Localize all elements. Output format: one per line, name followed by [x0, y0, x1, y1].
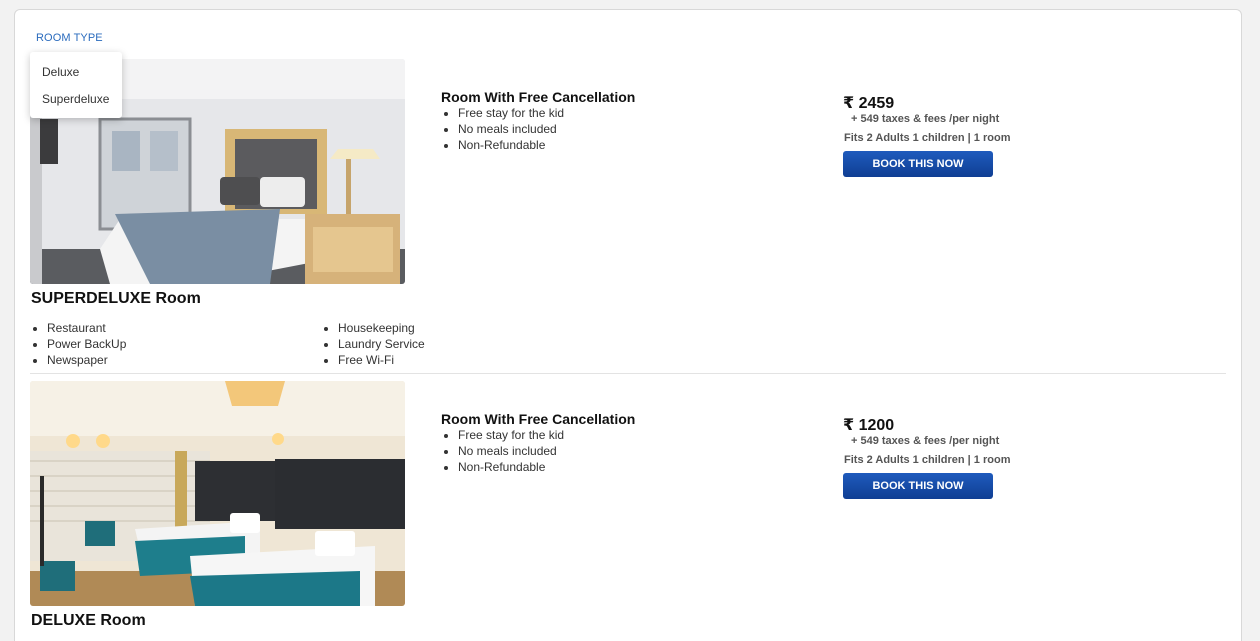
dropdown-option-deluxe[interactable]: Deluxe	[42, 65, 79, 79]
amenity-item: Restaurant	[47, 320, 126, 336]
offer-feature: No meals included	[458, 443, 564, 459]
superdeluxe-offer-features: Free stay for the kid No meals included …	[458, 105, 564, 153]
amenity-item: Housekeeping	[338, 320, 425, 336]
deluxe-offer-title: Room With Free Cancellation	[441, 411, 636, 427]
price-amount: 1200	[858, 417, 895, 434]
offer-feature: Non-Refundable	[458, 459, 564, 475]
amenity-item: Newspaper	[47, 352, 126, 368]
deluxe-taxes: + 549 taxes & fees /per night	[851, 435, 1000, 447]
rupee-icon: ₹	[843, 95, 855, 112]
price-amount: 2459	[858, 95, 895, 112]
amenity-item: Power BackUp	[47, 336, 126, 352]
room-divider	[30, 373, 1226, 374]
amenity-item: Free Wi-Fi	[338, 352, 425, 368]
superdeluxe-room-title: SUPERDELUXE Room	[31, 290, 201, 307]
deluxe-book-button[interactable]: BOOK THIS NOW	[843, 473, 993, 499]
rupee-icon: ₹	[843, 417, 855, 434]
superdeluxe-amenities-right: Housekeeping Laundry Service Free Wi-Fi	[338, 320, 425, 368]
superdeluxe-price: ₹ 2459	[843, 93, 894, 113]
deluxe-occupancy: Fits 2 Adults 1 children | 1 room	[844, 454, 1011, 466]
offer-feature: Non-Refundable	[458, 137, 564, 153]
superdeluxe-taxes: + 549 taxes & fees /per night	[851, 113, 1000, 125]
superdeluxe-occupancy: Fits 2 Adults 1 children | 1 room	[844, 132, 1011, 144]
room-type-dropdown: Deluxe Superdeluxe	[30, 52, 122, 118]
room-type-filter[interactable]: ROOM TYPE	[36, 32, 103, 44]
superdeluxe-book-button[interactable]: BOOK THIS NOW	[843, 151, 993, 177]
offer-feature: Free stay for the kid	[458, 105, 564, 121]
superdeluxe-offer-title: Room With Free Cancellation	[441, 89, 636, 105]
amenity-item: Laundry Service	[338, 336, 425, 352]
deluxe-offer-features: Free stay for the kid No meals included …	[458, 427, 564, 475]
offer-feature: No meals included	[458, 121, 564, 137]
deluxe-room-title: DELUXE Room	[31, 612, 146, 629]
deluxe-price: ₹ 1200	[843, 415, 894, 435]
deluxe-room-photo[interactable]	[30, 381, 405, 606]
superdeluxe-amenities-left: Restaurant Power BackUp Newspaper	[47, 320, 126, 368]
offer-feature: Free stay for the kid	[458, 427, 564, 443]
dropdown-option-superdeluxe[interactable]: Superdeluxe	[42, 92, 109, 106]
